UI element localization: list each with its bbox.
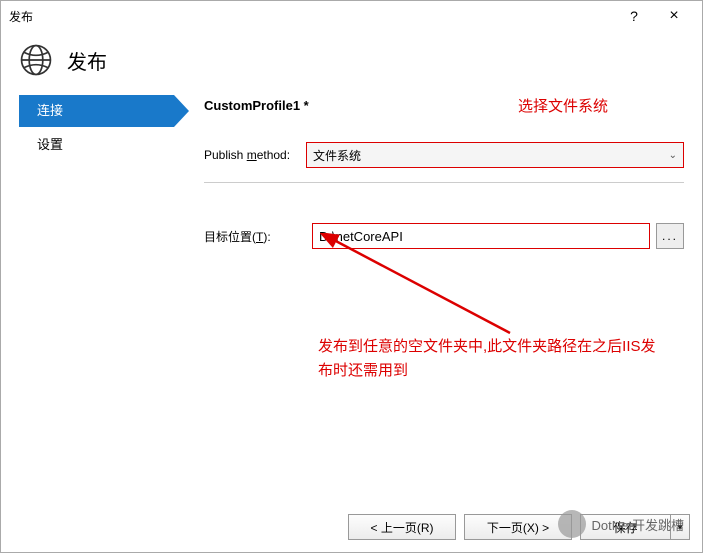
help-button[interactable]: ? (614, 8, 654, 24)
prev-button[interactable]: < 上一页(R) (348, 514, 456, 540)
target-path-input[interactable] (312, 223, 650, 249)
target-row: 目标位置(T): ... (204, 223, 684, 249)
dialog-header: 发布 (1, 31, 702, 95)
save-button[interactable]: 保存 (580, 514, 670, 540)
divider (204, 182, 684, 183)
sidebar-item-settings[interactable]: 设置 (19, 129, 174, 161)
form-area: CustomProfile1 * 选择文件系统 Publish method: … (174, 95, 684, 249)
close-button[interactable]: × (654, 7, 694, 25)
save-dropdown-button[interactable]: ▼ (670, 514, 690, 540)
publish-method-select-wrap: 文件系统 ⌄ (306, 142, 684, 168)
content-area: 连接 设置 CustomProfile1 * 选择文件系统 Publish me… (1, 95, 702, 249)
sidebar-item-label: 设置 (37, 137, 63, 152)
sidebar-item-label: 连接 (37, 103, 63, 118)
globe-icon (19, 43, 53, 77)
annotation-arrow-icon (320, 233, 540, 343)
next-button[interactable]: 下一页(X) > (464, 514, 572, 540)
save-split-button: 保存 ▼ (580, 514, 690, 540)
publish-method-select[interactable]: 文件系统 ⌄ (306, 142, 684, 168)
title-bar: 发布 ? × (1, 1, 702, 31)
profile-name: CustomProfile1 * (204, 98, 309, 113)
chevron-down-icon: ▼ (676, 522, 685, 532)
annotation-bottom: 发布到任意的空文件夹中,此文件夹路径在之后IIS发布时还需用到 (318, 335, 658, 383)
publish-method-row: Publish method: 文件系统 ⌄ (204, 142, 684, 168)
sidebar: 连接 设置 (19, 95, 174, 249)
chevron-down-icon: ⌄ (669, 150, 677, 161)
browse-button[interactable]: ... (656, 223, 684, 249)
window-title: 发布 (9, 8, 614, 25)
target-label: 目标位置(T): (204, 228, 306, 245)
page-title: 发布 (67, 46, 107, 75)
publish-method-label: Publish method: (204, 148, 306, 162)
profile-header: CustomProfile1 * 选择文件系统 (204, 95, 684, 116)
annotation-top: 选择文件系统 (518, 95, 684, 116)
publish-method-value: 文件系统 (313, 147, 361, 164)
button-bar: < 上一页(R) 下一页(X) > 保存 ▼ (348, 514, 690, 540)
sidebar-item-connection[interactable]: 连接 (19, 95, 174, 127)
